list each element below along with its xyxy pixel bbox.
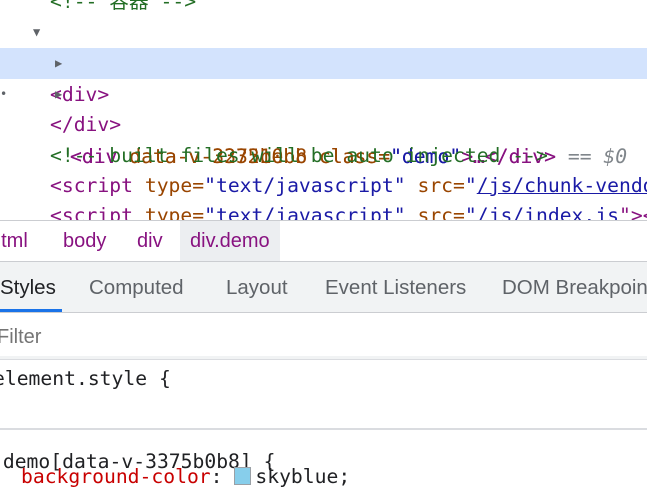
style-declaration[interactable]: background-color: skyblue; <box>21 462 350 492</box>
tab-styles[interactable]: Styles <box>0 262 62 312</box>
expanded-triangle-icon[interactable]: ▼ <box>33 17 40 48</box>
styles-tabbar: Styles Computed Layout Event Listeners D… <box>0 261 647 313</box>
css-property[interactable]: background-color <box>21 465 211 488</box>
divider <box>0 356 647 360</box>
css-colon: : <box>210 465 235 488</box>
color-swatch[interactable] <box>234 467 252 485</box>
divider <box>0 428 647 430</box>
collapsed-triangle-icon[interactable]: ▶ <box>55 48 62 79</box>
breadcrumb-div[interactable]: div <box>137 221 163 262</box>
breadcrumb: html body div div.demo <box>0 220 647 262</box>
dom-script-vendors[interactable]: <script type="text/javascript" src="/js/… <box>50 170 647 201</box>
dom-comment[interactable]: <!-- 容器 --> <box>50 0 647 17</box>
collapsed-triangle-icon[interactable]: ▶ <box>55 79 62 110</box>
tab-layout[interactable]: Layout <box>226 262 288 312</box>
styles-filter-input[interactable] <box>0 318 644 356</box>
css-value[interactable]: skyblue; <box>255 465 350 488</box>
script-src-link[interactable]: /js/index.js <box>477 204 619 220</box>
tab-event-listeners[interactable]: Event Listeners <box>325 262 466 312</box>
dom-close-div[interactable]: </div> <box>50 109 647 140</box>
tab-dom-breakpoints[interactable]: DOM Breakpoints <box>502 262 647 312</box>
tab-computed[interactable]: Computed <box>89 262 184 312</box>
dom-script-index[interactable]: <script type="text/javascript" src="/js/… <box>50 200 647 220</box>
script-src-link[interactable]: /js/chunk-vendors.js <box>477 174 647 197</box>
dom-comment-built[interactable]: <!-- built files will be auto injected -… <box>50 140 647 171</box>
breadcrumb-body[interactable]: body <box>63 221 106 262</box>
dom-node-sibling[interactable]: ▶ <div data-v-22321ebb class="demo">…</d… <box>0 79 647 168</box>
dom-node-selected[interactable]: • ▶ <div data-v-3375b0b8 class="demo">…<… <box>0 48 647 168</box>
breadcrumb-html[interactable]: html <box>0 221 28 262</box>
dom-node-div[interactable]: ▼ <div> <box>0 17 647 106</box>
element-style-rule[interactable]: element.style { <box>0 364 171 394</box>
elements-panel: <!-- 容器 --> ▼ <div> • ▶ <div data-v-3375… <box>0 0 647 220</box>
breadcrumb-div-demo[interactable]: div.demo <box>180 221 280 262</box>
